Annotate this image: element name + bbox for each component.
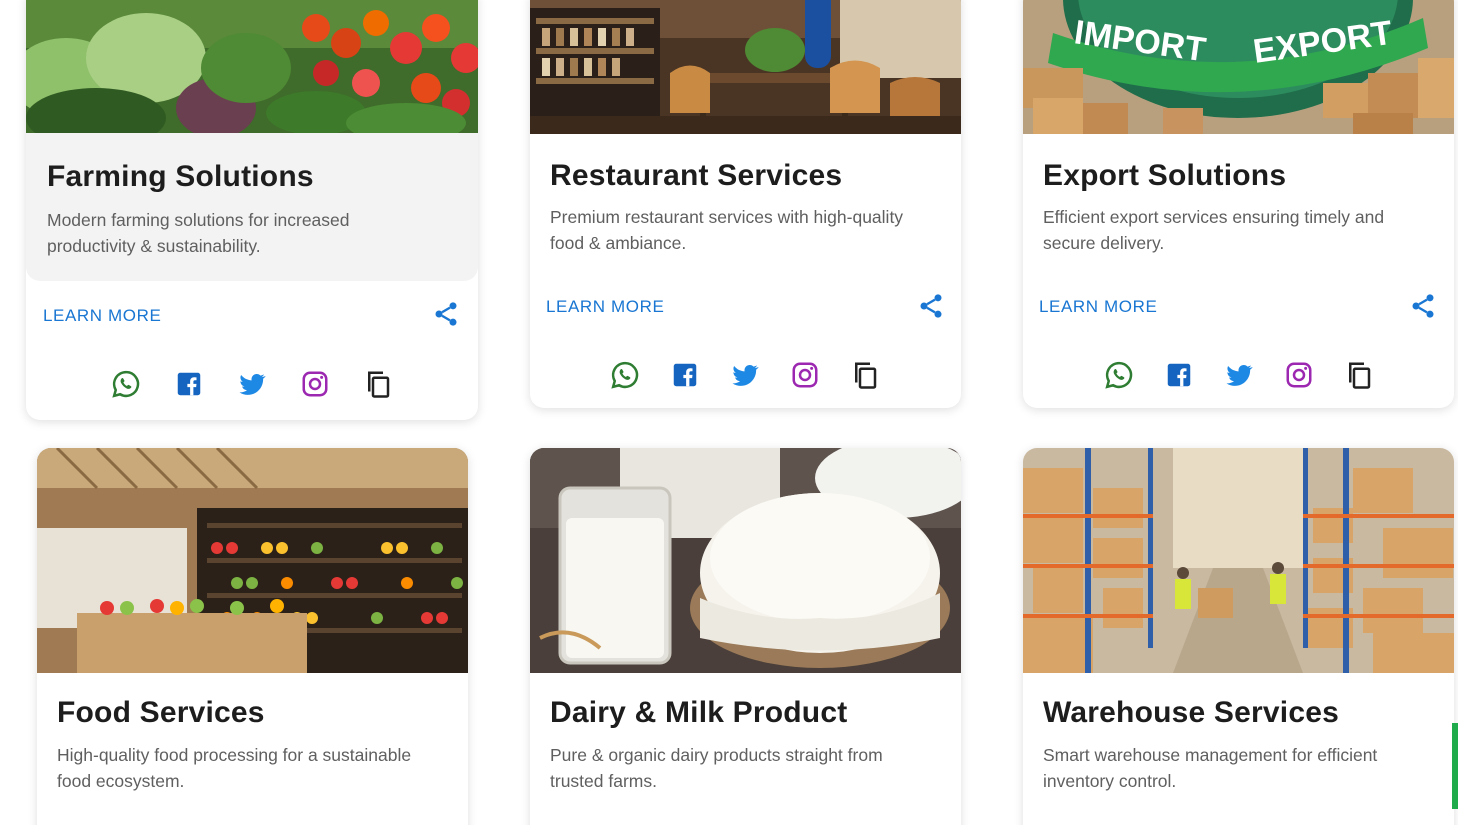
- share-icon[interactable]: [917, 292, 945, 320]
- card-image-export: IMPORT EXPORT: [1023, 0, 1454, 134]
- card-title: Dairy & Milk Product: [550, 696, 848, 729]
- service-card-restaurant[interactable]: Restaurant Services Premium restaurant s…: [530, 0, 961, 408]
- card-title: Export Solutions: [1043, 159, 1287, 192]
- card-description: High-quality food processing for a susta…: [57, 745, 412, 791]
- share-icon[interactable]: [432, 300, 460, 328]
- learn-more-link[interactable]: LEARN MORE: [1039, 297, 1157, 317]
- twitter-icon[interactable]: [237, 369, 267, 399]
- social-share-row: [111, 369, 393, 399]
- copy-icon[interactable]: [363, 369, 393, 399]
- service-card-farming[interactable]: Farming Solutions Modern farming solutio…: [26, 0, 478, 420]
- card-image-food: [37, 448, 468, 673]
- card-title: Farming Solutions: [47, 160, 314, 193]
- service-card-food[interactable]: Food Services High-quality food processi…: [37, 448, 468, 825]
- floating-side-tab[interactable]: [1452, 723, 1458, 809]
- service-card-warehouse[interactable]: Warehouse Services Smart warehouse manag…: [1023, 448, 1454, 825]
- social-share-row: [610, 360, 880, 390]
- service-card-dairy[interactable]: Dairy & Milk Product Pure & organic dair…: [530, 448, 961, 825]
- whatsapp-icon[interactable]: [111, 369, 141, 399]
- card-title: Restaurant Services: [550, 159, 843, 192]
- card-description: Premium restaurant services with high-qu…: [550, 207, 904, 253]
- card-description: Efficient export services ensuring timel…: [1043, 207, 1385, 253]
- instagram-icon[interactable]: [790, 360, 820, 390]
- instagram-icon[interactable]: [300, 369, 330, 399]
- card-description: Pure & organic dairy products straight f…: [550, 745, 883, 791]
- copy-icon[interactable]: [850, 360, 880, 390]
- whatsapp-icon[interactable]: [1104, 360, 1134, 390]
- social-share-row: [1104, 360, 1374, 390]
- learn-more-link[interactable]: LEARN MORE: [546, 297, 664, 317]
- twitter-icon[interactable]: [730, 360, 760, 390]
- learn-more-link[interactable]: LEARN MORE: [43, 306, 161, 326]
- card-image-warehouse: [1023, 448, 1454, 673]
- facebook-icon[interactable]: [174, 369, 204, 399]
- card-image-farming: [26, 0, 478, 133]
- facebook-icon[interactable]: [1164, 360, 1194, 390]
- twitter-icon[interactable]: [1224, 360, 1254, 390]
- card-description: Modern farming solutions for increased p…: [47, 210, 350, 256]
- instagram-icon[interactable]: [1284, 360, 1314, 390]
- facebook-icon[interactable]: [670, 360, 700, 390]
- share-icon[interactable]: [1409, 292, 1437, 320]
- card-description: Smart warehouse management for efficient…: [1043, 745, 1378, 791]
- card-title: Warehouse Services: [1043, 696, 1339, 729]
- service-card-export[interactable]: IMPORT EXPORT Export Solutions Efficient…: [1023, 0, 1454, 408]
- card-title: Food Services: [57, 696, 265, 729]
- whatsapp-icon[interactable]: [610, 360, 640, 390]
- card-image-dairy: [530, 448, 961, 673]
- copy-icon[interactable]: [1344, 360, 1374, 390]
- card-image-restaurant: [530, 0, 961, 134]
